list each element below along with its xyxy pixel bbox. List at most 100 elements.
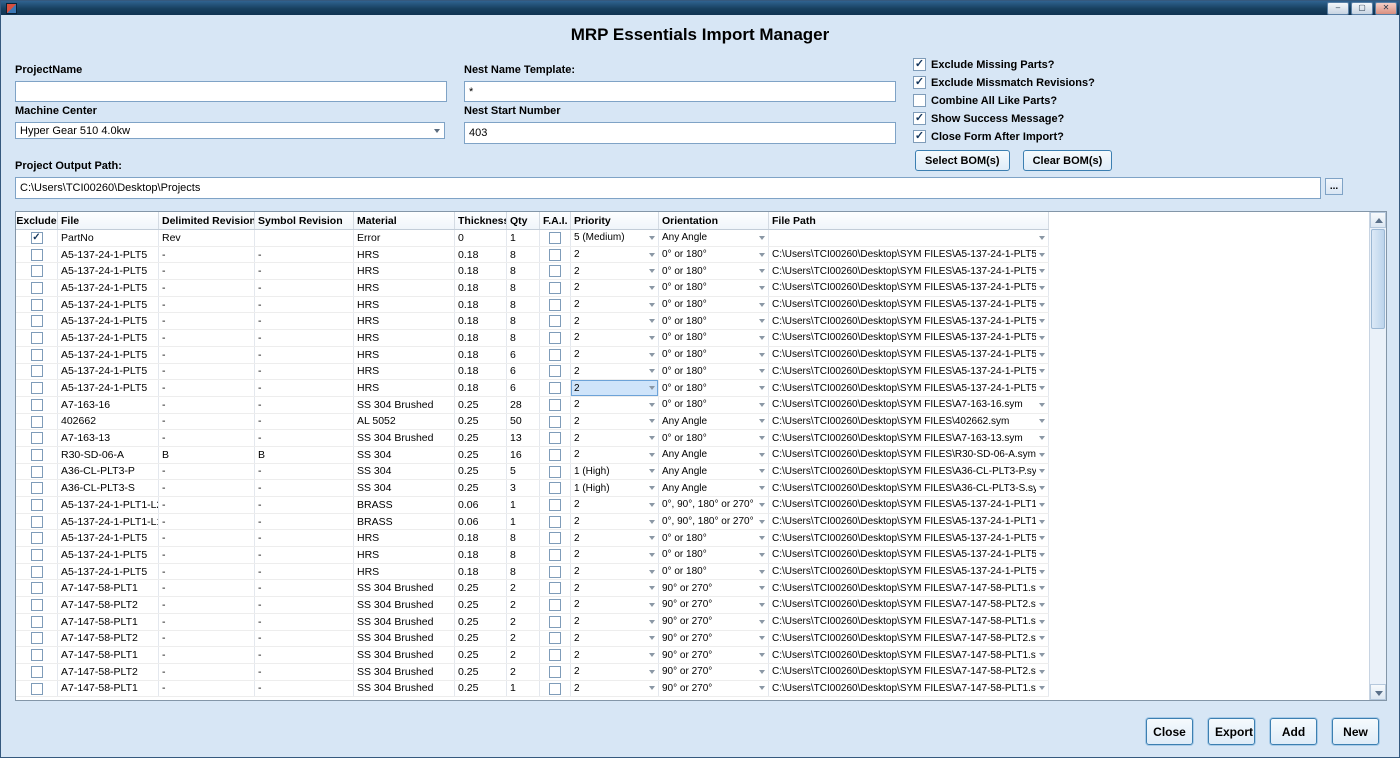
orientation-dropdown[interactable]: 0° or 180° xyxy=(659,563,769,580)
filepath-dropdown[interactable]: C:\Users\TCI00260\Desktop\SYM FILES\A7-1… xyxy=(769,430,1049,447)
row-checkbox-unchecked-icon[interactable] xyxy=(31,683,43,695)
orientation-dropdown[interactable]: Any Angle xyxy=(659,413,769,430)
add-button[interactable]: Add xyxy=(1270,718,1317,745)
nest-template-input[interactable] xyxy=(464,81,896,102)
orientation-dropdown[interactable]: 90° or 270° xyxy=(659,597,769,614)
row-checkbox-unchecked-icon[interactable] xyxy=(549,666,561,678)
maximize-button[interactable]: ▢ xyxy=(1351,2,1373,15)
column-header[interactable]: Thickness xyxy=(455,212,507,230)
priority-dropdown[interactable]: 2 xyxy=(571,580,659,597)
priority-dropdown[interactable]: 2 xyxy=(571,530,659,547)
orientation-dropdown[interactable]: 0° or 180° xyxy=(659,396,769,413)
orientation-dropdown[interactable]: 0° or 180° xyxy=(659,313,769,330)
priority-dropdown[interactable]: 2 xyxy=(571,346,659,363)
orientation-dropdown[interactable]: 0°, 90°, 180° or 270° xyxy=(659,497,769,514)
row-checkbox-unchecked-icon[interactable] xyxy=(31,549,43,561)
filepath-dropdown[interactable]: C:\Users\TCI00260\Desktop\SYM FILES\A7-1… xyxy=(769,396,1049,413)
row-checkbox-unchecked-icon[interactable] xyxy=(549,632,561,644)
filepath-dropdown[interactable]: C:\Users\TCI00260\Desktop\SYM FILES\R30-… xyxy=(769,446,1049,463)
export-button[interactable]: Export xyxy=(1208,718,1255,745)
new-button[interactable]: New xyxy=(1332,718,1379,745)
priority-dropdown[interactable]: 2 xyxy=(571,313,659,330)
orientation-dropdown[interactable]: 0° or 180° xyxy=(659,547,769,564)
priority-dropdown[interactable]: 1 (High) xyxy=(571,480,659,497)
orientation-dropdown[interactable]: 0°, 90°, 180° or 270° xyxy=(659,513,769,530)
column-header[interactable]: Priority xyxy=(571,212,659,230)
priority-dropdown[interactable]: 2 xyxy=(571,547,659,564)
row-checkbox-unchecked-icon[interactable] xyxy=(549,416,561,428)
machine-center-select[interactable]: Hyper Gear 510 4.0kw xyxy=(15,122,445,139)
priority-dropdown[interactable]: 2 xyxy=(571,663,659,680)
priority-dropdown[interactable]: 2 xyxy=(571,330,659,347)
orientation-dropdown[interactable]: Any Angle xyxy=(659,446,769,463)
filepath-dropdown[interactable]: C:\Users\TCI00260\Desktop\SYM FILES\A36-… xyxy=(769,480,1049,497)
orientation-dropdown[interactable]: 90° or 270° xyxy=(659,613,769,630)
priority-dropdown[interactable]: 2 xyxy=(571,396,659,413)
row-checkbox-unchecked-icon[interactable] xyxy=(31,365,43,377)
row-checkbox-unchecked-icon[interactable] xyxy=(31,616,43,628)
filepath-dropdown[interactable]: C:\Users\TCI00260\Desktop\SYM FILES\A7-1… xyxy=(769,680,1049,697)
close-window-button[interactable]: ✕ xyxy=(1375,2,1397,15)
browse-button[interactable]: ... xyxy=(1325,178,1343,195)
row-checkbox-unchecked-icon[interactable] xyxy=(549,449,561,461)
filepath-dropdown[interactable]: C:\Users\TCI00260\Desktop\SYM FILES\A5-1… xyxy=(769,330,1049,347)
clear-bom-button[interactable]: Clear BOM(s) xyxy=(1023,150,1113,171)
priority-dropdown[interactable]: 1 (High) xyxy=(571,463,659,480)
row-checkbox-unchecked-icon[interactable] xyxy=(31,516,43,528)
column-header[interactable]: File Path xyxy=(769,212,1049,230)
row-checkbox-unchecked-icon[interactable] xyxy=(31,532,43,544)
filepath-dropdown[interactable]: C:\Users\TCI00260\Desktop\SYM FILES\A7-1… xyxy=(769,630,1049,647)
filepath-dropdown[interactable]: C:\Users\TCI00260\Desktop\SYM FILES\A5-1… xyxy=(769,296,1049,313)
scroll-down-icon[interactable] xyxy=(1370,684,1386,700)
priority-dropdown[interactable]: 2 xyxy=(571,413,659,430)
checkbox-checked-icon[interactable]: ✓ xyxy=(913,58,926,71)
filepath-dropdown[interactable]: C:\Users\TCI00260\Desktop\SYM FILES\A5-1… xyxy=(769,280,1049,297)
output-path-input[interactable] xyxy=(15,177,1321,199)
row-checkbox-unchecked-icon[interactable] xyxy=(549,616,561,628)
priority-dropdown[interactable]: 2 xyxy=(571,430,659,447)
orientation-dropdown[interactable]: 90° or 270° xyxy=(659,663,769,680)
orientation-dropdown[interactable]: Any Angle xyxy=(659,480,769,497)
checkbox-checked-icon[interactable]: ✓ xyxy=(913,130,926,143)
orientation-dropdown[interactable]: 0° or 180° xyxy=(659,363,769,380)
priority-dropdown[interactable]: 2 xyxy=(571,263,659,280)
row-checkbox-unchecked-icon[interactable] xyxy=(549,482,561,494)
row-checkbox-unchecked-icon[interactable] xyxy=(31,332,43,344)
filepath-dropdown[interactable]: C:\Users\TCI00260\Desktop\SYM FILES\A5-1… xyxy=(769,513,1049,530)
orientation-dropdown[interactable]: 90° or 270° xyxy=(659,647,769,664)
row-checkbox-unchecked-icon[interactable] xyxy=(549,399,561,411)
scrollbar-thumb[interactable] xyxy=(1371,229,1385,329)
row-checkbox-unchecked-icon[interactable] xyxy=(549,466,561,478)
row-checkbox-unchecked-icon[interactable] xyxy=(31,282,43,294)
orientation-dropdown[interactable]: 0° or 180° xyxy=(659,330,769,347)
column-header[interactable]: Material xyxy=(354,212,455,230)
column-header[interactable]: Qty xyxy=(507,212,540,230)
checkbox-checked-icon[interactable]: ✓ xyxy=(913,76,926,89)
orientation-dropdown[interactable]: 0° or 180° xyxy=(659,246,769,263)
priority-dropdown[interactable]: 2 xyxy=(571,630,659,647)
orientation-dropdown[interactable]: 0° or 180° xyxy=(659,263,769,280)
row-checkbox-checked-icon[interactable]: ✓ xyxy=(31,232,43,244)
orientation-dropdown[interactable]: Any Angle xyxy=(659,230,769,247)
orientation-dropdown[interactable]: 90° or 270° xyxy=(659,580,769,597)
row-checkbox-unchecked-icon[interactable] xyxy=(549,566,561,578)
column-header[interactable]: Exclude xyxy=(16,212,58,230)
row-checkbox-unchecked-icon[interactable] xyxy=(31,265,43,277)
priority-dropdown[interactable]: 2 xyxy=(571,363,659,380)
filepath-dropdown[interactable]: C:\Users\TCI00260\Desktop\SYM FILES\A7-1… xyxy=(769,597,1049,614)
filepath-dropdown[interactable]: C:\Users\TCI00260\Desktop\SYM FILES\A5-1… xyxy=(769,380,1049,397)
row-checkbox-unchecked-icon[interactable] xyxy=(549,332,561,344)
row-checkbox-unchecked-icon[interactable] xyxy=(31,582,43,594)
select-bom-button[interactable]: Select BOM(s) xyxy=(915,150,1010,171)
row-checkbox-unchecked-icon[interactable] xyxy=(31,666,43,678)
column-header[interactable]: F.A.I. xyxy=(540,212,571,230)
orientation-dropdown[interactable]: 0° or 180° xyxy=(659,380,769,397)
priority-dropdown[interactable]: 2 xyxy=(571,513,659,530)
filepath-dropdown[interactable]: C:\Users\TCI00260\Desktop\SYM FILES\A5-1… xyxy=(769,530,1049,547)
row-checkbox-unchecked-icon[interactable] xyxy=(549,349,561,361)
filepath-dropdown[interactable]: C:\Users\TCI00260\Desktop\SYM FILES\A5-1… xyxy=(769,563,1049,580)
row-checkbox-unchecked-icon[interactable] xyxy=(549,365,561,377)
row-checkbox-unchecked-icon[interactable] xyxy=(549,532,561,544)
row-checkbox-unchecked-icon[interactable] xyxy=(31,449,43,461)
row-checkbox-unchecked-icon[interactable] xyxy=(549,265,561,277)
